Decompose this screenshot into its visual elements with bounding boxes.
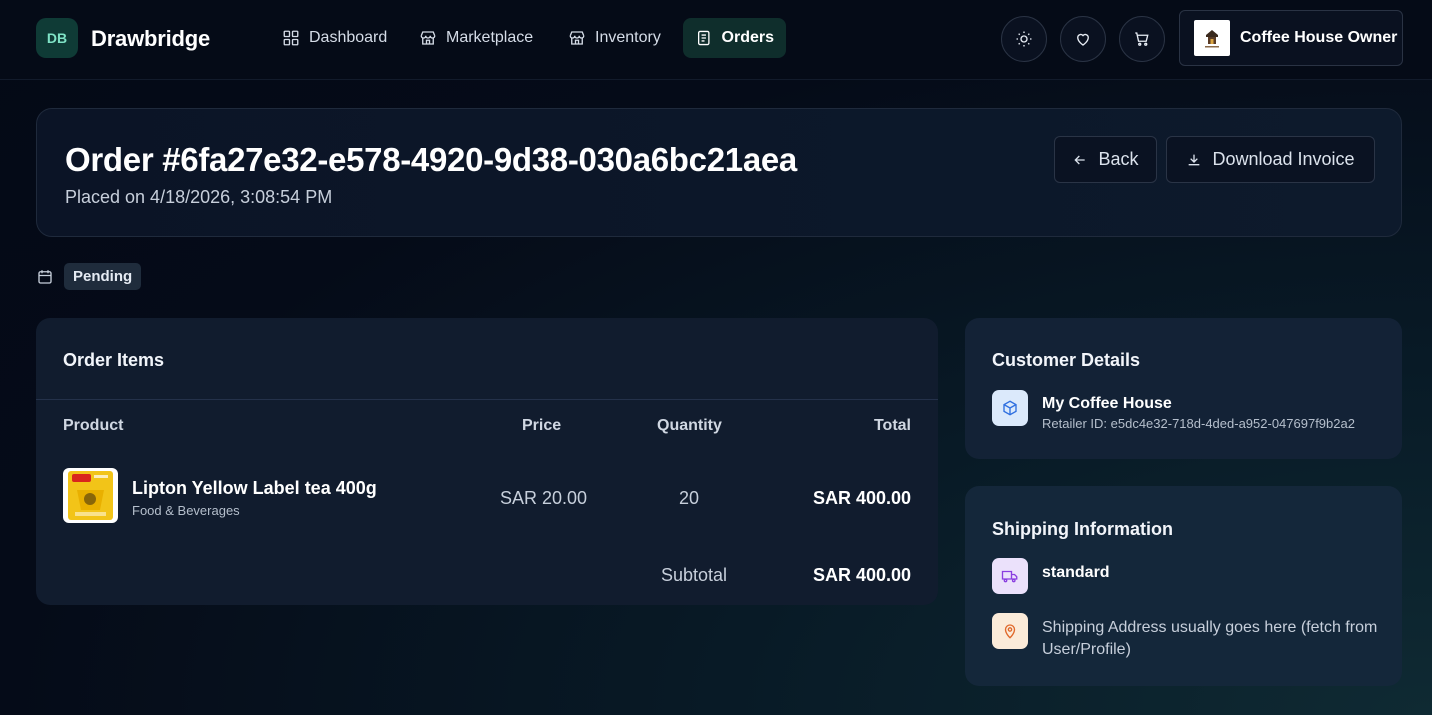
shipping-address-icon-box bbox=[992, 613, 1028, 649]
status-badge: Pending bbox=[64, 263, 142, 290]
top-navigation-bar: DB Drawbridge Dashboard Marketplace Inve… bbox=[0, 0, 1432, 80]
cart-button[interactable] bbox=[1119, 16, 1165, 62]
nav-dashboard-label: Dashboard bbox=[309, 29, 388, 46]
shipping-method-icon-box bbox=[992, 558, 1028, 594]
order-items-card: Order Items Product Price Quantity Total… bbox=[36, 318, 938, 605]
calendar-icon bbox=[38, 269, 52, 284]
back-button-label: Back bbox=[1098, 149, 1139, 169]
arrow-left-icon bbox=[1074, 155, 1086, 164]
page-title: Order #6fa27e32-e578-4920-9d38-030a6bc21… bbox=[65, 141, 797, 178]
download-invoice-button[interactable]: Download Invoice bbox=[1166, 136, 1375, 183]
product-quantity: 20 bbox=[679, 488, 700, 508]
logo-badge[interactable]: DB bbox=[36, 18, 78, 58]
customer-icon-box bbox=[992, 390, 1028, 426]
download-icon bbox=[1189, 154, 1200, 165]
order-placed-date: Placed on 4/18/2026, 3:08:54 PM bbox=[65, 187, 333, 207]
theme-toggle-button[interactable] bbox=[1001, 16, 1047, 62]
download-invoice-label: Download Invoice bbox=[1212, 149, 1355, 169]
shipping-address: Shipping Address usually goes here (fetc… bbox=[1042, 619, 1378, 658]
customer-name: My Coffee House bbox=[1042, 395, 1172, 412]
nav-inventory[interactable]: Inventory bbox=[556, 18, 673, 58]
coffee-shop-logo-icon bbox=[1205, 30, 1219, 48]
product-category: Food & Beverages bbox=[132, 503, 240, 518]
product-name[interactable]: Lipton Yellow Label tea 400g bbox=[132, 478, 377, 499]
document-icon bbox=[697, 30, 710, 46]
package-icon bbox=[1003, 400, 1017, 416]
nav-inventory-label: Inventory bbox=[595, 29, 661, 46]
heart-icon bbox=[1077, 33, 1089, 46]
divider bbox=[36, 399, 938, 400]
product-total: SAR 400.00 bbox=[812, 488, 911, 508]
nav-dashboard[interactable]: Dashboard bbox=[270, 18, 399, 58]
shipping-information-title: Shipping Information bbox=[992, 519, 1173, 539]
column-header-product: Product bbox=[63, 417, 124, 434]
order-items-title: Order Items bbox=[63, 350, 165, 370]
nav-marketplace-label: Marketplace bbox=[446, 29, 534, 46]
favorites-button[interactable] bbox=[1060, 16, 1106, 62]
back-button[interactable]: Back bbox=[1054, 136, 1157, 183]
shipping-method: standard bbox=[1042, 564, 1110, 581]
column-header-total: Total bbox=[873, 417, 911, 434]
sun-icon bbox=[1016, 31, 1032, 47]
profile-menu-button[interactable]: Coffee House Owner bbox=[1179, 10, 1403, 66]
customer-details-title: Customer Details bbox=[992, 350, 1141, 370]
avatar bbox=[1194, 20, 1230, 56]
profile-name: Coffee House Owner bbox=[1240, 29, 1398, 46]
customer-details-card: Customer Details My Coffee House Retaile… bbox=[965, 318, 1402, 459]
product-image bbox=[63, 468, 118, 523]
subtotal-value: SAR 400.00 bbox=[812, 565, 911, 585]
nav-marketplace[interactable]: Marketplace bbox=[407, 18, 545, 58]
shipping-information-card: Shipping Information standard Shipping A… bbox=[965, 486, 1402, 686]
tea-box-icon bbox=[68, 471, 113, 520]
map-pin-icon bbox=[1004, 624, 1016, 639]
store-icon bbox=[569, 31, 585, 45]
subtotal-label: Subtotal bbox=[661, 565, 728, 585]
store-icon bbox=[420, 31, 436, 45]
column-header-quantity: Quantity bbox=[657, 417, 722, 434]
grid-icon bbox=[283, 30, 299, 46]
column-header-price: Price bbox=[522, 417, 562, 434]
nav-orders-label: Orders bbox=[721, 29, 774, 46]
product-price: SAR 20.00 bbox=[500, 488, 588, 508]
retailer-id: Retailer ID: e5dc4e32-718d-4ded-a952-047… bbox=[1042, 416, 1355, 431]
cart-icon bbox=[1135, 32, 1149, 46]
nav-orders[interactable]: Orders bbox=[683, 18, 786, 58]
brand-name[interactable]: Drawbridge bbox=[91, 26, 210, 52]
order-status-row: Pending bbox=[36, 263, 142, 290]
truck-icon bbox=[1001, 570, 1018, 583]
order-header-card: Order #6fa27e32-e578-4920-9d38-030a6bc21… bbox=[36, 108, 1402, 237]
